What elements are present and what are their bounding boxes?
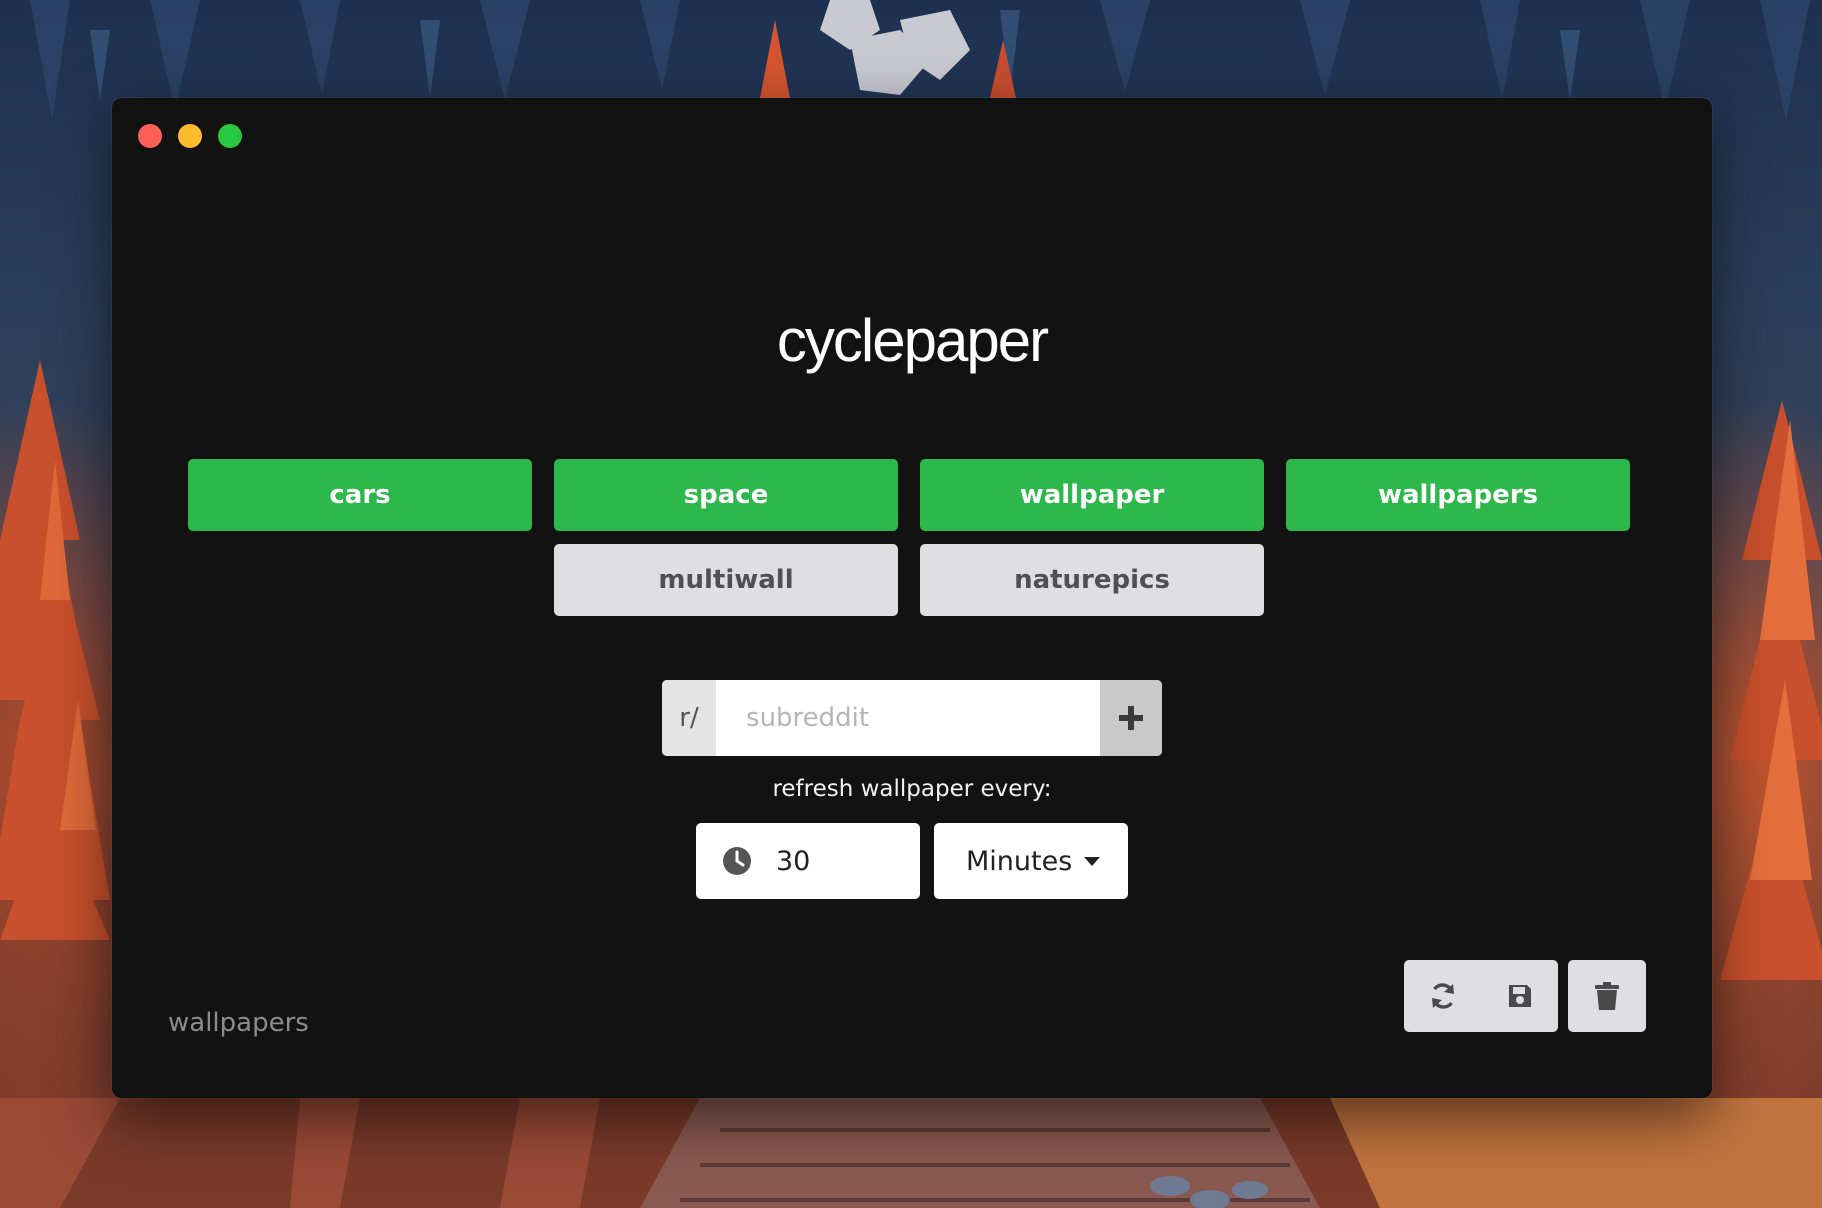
refresh-label: refresh wallpaper every: xyxy=(772,776,1052,802)
current-subreddit-label: wallpapers xyxy=(168,1008,309,1038)
window-close-button[interactable] xyxy=(138,124,162,148)
refresh-wallpaper-button[interactable] xyxy=(1404,960,1481,1032)
subreddit-button-space[interactable]: space xyxy=(554,459,898,531)
save-wallpaper-button[interactable] xyxy=(1481,960,1558,1032)
window-maximize-button[interactable] xyxy=(218,124,242,148)
subreddit-button-wallpaper[interactable]: wallpaper xyxy=(920,459,1264,531)
subreddit-input[interactable] xyxy=(716,680,1101,756)
refresh-icon xyxy=(1431,983,1454,1009)
refresh-unit-select[interactable]: Minutes xyxy=(934,823,1128,899)
clock-icon xyxy=(722,846,752,876)
subreddit-button-multiwall[interactable]: multiwall xyxy=(554,544,898,616)
add-subreddit-group: r/ xyxy=(662,680,1162,756)
refresh-interval-field xyxy=(696,823,920,899)
subreddit-button-naturepics[interactable]: naturepics xyxy=(920,544,1264,616)
app-title: cyclepaper xyxy=(776,307,1049,374)
add-subreddit-button[interactable] xyxy=(1100,680,1162,756)
subreddit-button-cars[interactable]: cars xyxy=(188,459,532,531)
trash-icon xyxy=(1595,982,1619,1010)
refresh-interval-input[interactable] xyxy=(774,844,898,878)
caret-down-icon xyxy=(1084,856,1100,866)
plus-icon xyxy=(1119,706,1144,730)
wallpaper-actions xyxy=(1404,960,1558,1032)
subreddit-button-wallpapers[interactable]: wallpapers xyxy=(1286,459,1630,531)
refresh-unit-value: Minutes xyxy=(966,845,1073,877)
save-icon xyxy=(1508,985,1531,1007)
app-window: cyclepaper cars space wallpaper wallpape… xyxy=(112,98,1712,1098)
delete-wallpaper-button[interactable] xyxy=(1568,960,1646,1032)
window-minimize-button[interactable] xyxy=(178,124,202,148)
subreddit-prefix: r/ xyxy=(662,680,717,756)
